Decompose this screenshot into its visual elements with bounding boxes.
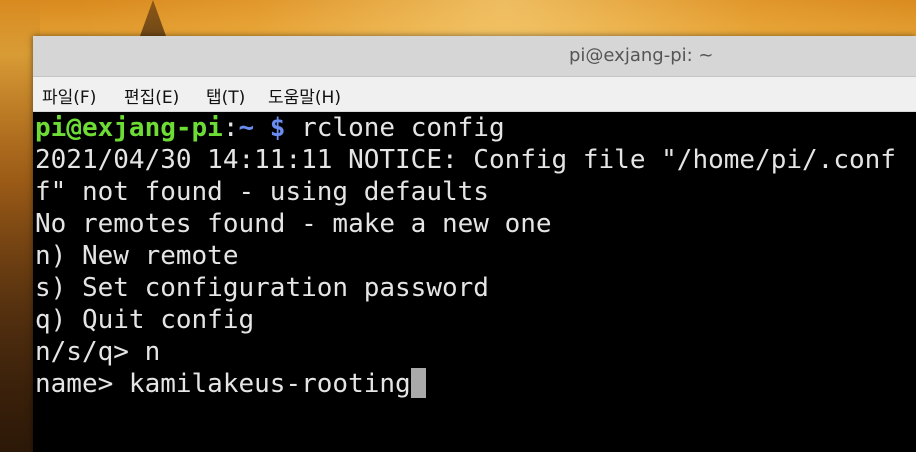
output-line: 2021/04/30 14:11:11 NOTICE: Config file … [35, 145, 896, 175]
output-line: n/s/q> n [35, 337, 161, 367]
menu-file[interactable]: 파일(F) [42, 83, 96, 108]
prompt-colon: : [222, 113, 239, 143]
window-titlebar[interactable]: pi@exjang-pi: ~ [33, 36, 916, 77]
prompt-command: rclone config [285, 113, 505, 143]
prompt-line: pi@exjang-pi:~ $ rclone config [35, 112, 505, 144]
terminal-output[interactable]: pi@exjang-pi:~ $ rclone config 2021/04/3… [33, 112, 916, 452]
output-line: n) New remote [35, 241, 239, 271]
output-line: q) Quit config [35, 305, 255, 335]
text-cursor [410, 368, 426, 398]
output-line: s) Set configuration password [35, 273, 489, 303]
menu-bar: 파일(F) 편집(E) 탭(T) 도움말(H) [33, 77, 916, 112]
input-line[interactable]: name> kamilakeus-rooting [35, 368, 426, 400]
prompt-user: pi@exjang-pi [35, 113, 223, 143]
window-title: pi@exjang-pi: ~ [569, 45, 714, 66]
output-line: No remotes found - make a new one [35, 209, 552, 239]
output-line: f" not found - using defaults [35, 177, 489, 207]
prompt-path: ~ [238, 113, 255, 143]
menu-help[interactable]: 도움말(H) [268, 83, 341, 108]
input-text: name> kamilakeus-rooting [35, 369, 411, 399]
menu-tabs[interactable]: 탭(T) [206, 83, 245, 108]
prompt-dollar: $ [254, 113, 286, 143]
menu-edit[interactable]: 편집(E) [124, 83, 179, 108]
terminal-window: pi@exjang-pi: ~ 파일(F) 편집(E) 탭(T) 도움말(H) … [33, 36, 916, 452]
